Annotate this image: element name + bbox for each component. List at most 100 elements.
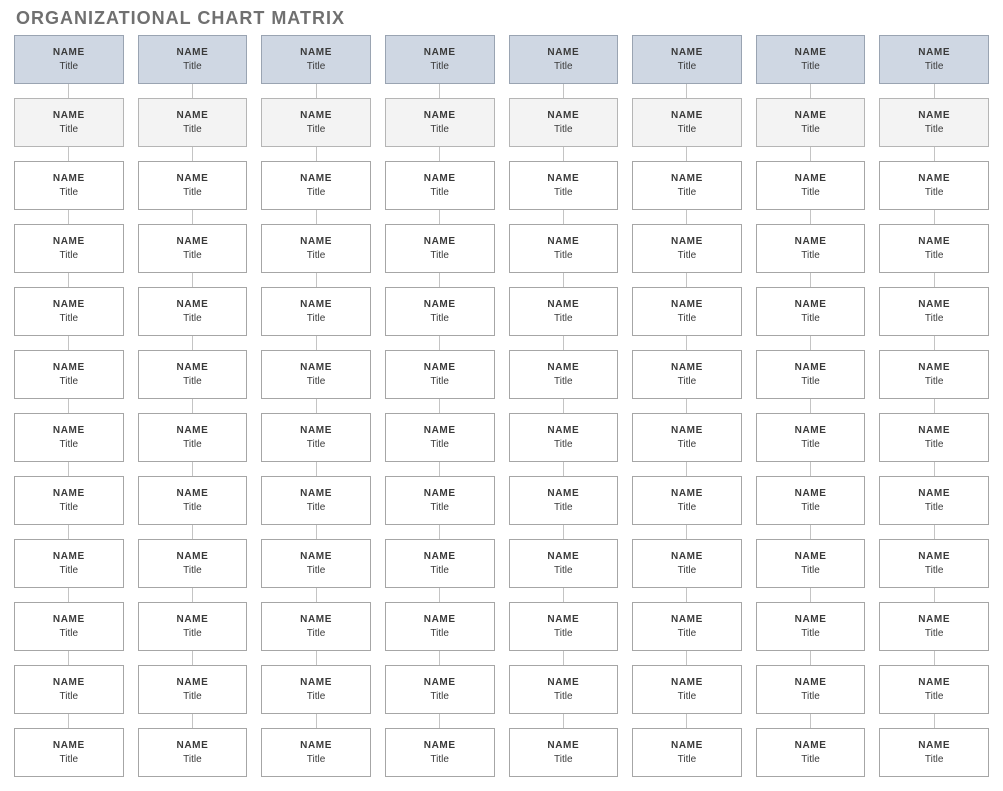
- org-box[interactable]: NAMETitle: [509, 287, 619, 336]
- org-box[interactable]: NAMETitle: [385, 728, 495, 777]
- org-box[interactable]: NAMETitle: [138, 350, 248, 399]
- org-box[interactable]: NAMETitle: [261, 539, 371, 588]
- org-box[interactable]: NAMETitle: [261, 476, 371, 525]
- org-header-box[interactable]: NAMETitle: [632, 35, 742, 84]
- org-header-box[interactable]: NAMETitle: [879, 35, 989, 84]
- org-box[interactable]: NAMETitle: [879, 224, 989, 273]
- org-header-box[interactable]: NAMETitle: [14, 35, 124, 84]
- org-box[interactable]: NAMETitle: [509, 728, 619, 777]
- org-box[interactable]: NAMETitle: [138, 161, 248, 210]
- org-box[interactable]: NAMETitle: [138, 476, 248, 525]
- org-box[interactable]: NAMETitle: [261, 161, 371, 210]
- org-header-box[interactable]: NAMETitle: [261, 35, 371, 84]
- org-header-box[interactable]: NAMETitle: [385, 35, 495, 84]
- org-box[interactable]: NAMETitle: [509, 224, 619, 273]
- org-box[interactable]: NAMETitle: [138, 539, 248, 588]
- org-box[interactable]: NAMETitle: [879, 287, 989, 336]
- org-box[interactable]: NAMETitle: [632, 413, 742, 462]
- org-sub-box[interactable]: NAMETitle: [509, 98, 619, 147]
- org-box[interactable]: NAMETitle: [879, 476, 989, 525]
- org-box[interactable]: NAMETitle: [879, 350, 989, 399]
- org-box[interactable]: NAMETitle: [632, 728, 742, 777]
- org-box[interactable]: NAMETitle: [14, 287, 124, 336]
- org-box[interactable]: NAMETitle: [385, 224, 495, 273]
- org-box[interactable]: NAMETitle: [756, 350, 866, 399]
- org-box[interactable]: NAMETitle: [632, 602, 742, 651]
- org-box[interactable]: NAMETitle: [14, 539, 124, 588]
- org-sub-box[interactable]: NAMETitle: [261, 98, 371, 147]
- org-box[interactable]: NAMETitle: [385, 539, 495, 588]
- org-box[interactable]: NAMETitle: [261, 602, 371, 651]
- org-box[interactable]: NAMETitle: [509, 350, 619, 399]
- org-box[interactable]: NAMETitle: [756, 665, 866, 714]
- org-box[interactable]: NAMETitle: [385, 350, 495, 399]
- org-box[interactable]: NAMETitle: [632, 224, 742, 273]
- org-sub-box[interactable]: NAMETitle: [879, 98, 989, 147]
- org-box[interactable]: NAMETitle: [261, 665, 371, 714]
- org-box[interactable]: NAMETitle: [385, 287, 495, 336]
- org-box[interactable]: NAMETitle: [261, 287, 371, 336]
- org-header-box[interactable]: NAMETitle: [756, 35, 866, 84]
- org-sub-box[interactable]: NAMETitle: [632, 98, 742, 147]
- org-box[interactable]: NAMETitle: [385, 161, 495, 210]
- org-box[interactable]: NAMETitle: [261, 350, 371, 399]
- org-box[interactable]: NAMETitle: [756, 539, 866, 588]
- org-box[interactable]: NAMETitle: [385, 602, 495, 651]
- org-box[interactable]: NAMETitle: [756, 287, 866, 336]
- org-sub-box[interactable]: NAMETitle: [756, 98, 866, 147]
- org-box[interactable]: NAMETitle: [879, 602, 989, 651]
- org-box[interactable]: NAMETitle: [879, 665, 989, 714]
- org-box[interactable]: NAMETitle: [14, 350, 124, 399]
- org-box[interactable]: NAMETitle: [261, 224, 371, 273]
- org-box[interactable]: NAMETitle: [14, 224, 124, 273]
- org-box[interactable]: NAMETitle: [879, 161, 989, 210]
- person-name: NAME: [671, 362, 703, 374]
- org-box[interactable]: NAMETitle: [756, 476, 866, 525]
- org-sub-box[interactable]: NAMETitle: [385, 98, 495, 147]
- org-box[interactable]: NAMETitle: [879, 539, 989, 588]
- org-box[interactable]: NAMETitle: [509, 476, 619, 525]
- org-box[interactable]: NAMETitle: [261, 413, 371, 462]
- connector-line: [316, 336, 317, 350]
- org-box[interactable]: NAMETitle: [509, 161, 619, 210]
- org-box[interactable]: NAMETitle: [632, 287, 742, 336]
- org-box[interactable]: NAMETitle: [138, 602, 248, 651]
- org-box[interactable]: NAMETitle: [756, 602, 866, 651]
- org-box[interactable]: NAMETitle: [756, 728, 866, 777]
- org-box[interactable]: NAMETitle: [138, 728, 248, 777]
- org-box[interactable]: NAMETitle: [756, 224, 866, 273]
- org-box[interactable]: NAMETitle: [14, 602, 124, 651]
- org-box[interactable]: NAMETitle: [632, 665, 742, 714]
- org-box[interactable]: NAMETitle: [879, 728, 989, 777]
- org-header-box[interactable]: NAMETitle: [509, 35, 619, 84]
- org-box[interactable]: NAMETitle: [756, 161, 866, 210]
- org-box[interactable]: NAMETitle: [509, 539, 619, 588]
- org-box[interactable]: NAMETitle: [138, 665, 248, 714]
- org-box[interactable]: NAMETitle: [632, 539, 742, 588]
- org-cell-wrap: NAMETitle: [879, 224, 989, 287]
- person-title: Title: [801, 61, 820, 73]
- org-box[interactable]: NAMETitle: [632, 350, 742, 399]
- org-box[interactable]: NAMETitle: [632, 476, 742, 525]
- org-header-box[interactable]: NAMETitle: [138, 35, 248, 84]
- org-box[interactable]: NAMETitle: [14, 728, 124, 777]
- org-box[interactable]: NAMETitle: [879, 413, 989, 462]
- org-box[interactable]: NAMETitle: [632, 161, 742, 210]
- org-box[interactable]: NAMETitle: [14, 413, 124, 462]
- org-box[interactable]: NAMETitle: [138, 224, 248, 273]
- org-box[interactable]: NAMETitle: [509, 665, 619, 714]
- org-box[interactable]: NAMETitle: [14, 161, 124, 210]
- org-box[interactable]: NAMETitle: [14, 476, 124, 525]
- org-box[interactable]: NAMETitle: [509, 413, 619, 462]
- org-sub-box[interactable]: NAMETitle: [138, 98, 248, 147]
- org-box[interactable]: NAMETitle: [138, 287, 248, 336]
- org-box[interactable]: NAMETitle: [385, 413, 495, 462]
- org-box[interactable]: NAMETitle: [756, 413, 866, 462]
- org-box[interactable]: NAMETitle: [138, 413, 248, 462]
- org-sub-box[interactable]: NAMETitle: [14, 98, 124, 147]
- org-box[interactable]: NAMETitle: [14, 665, 124, 714]
- org-box[interactable]: NAMETitle: [385, 476, 495, 525]
- org-box[interactable]: NAMETitle: [261, 728, 371, 777]
- org-box[interactable]: NAMETitle: [385, 665, 495, 714]
- org-box[interactable]: NAMETitle: [509, 602, 619, 651]
